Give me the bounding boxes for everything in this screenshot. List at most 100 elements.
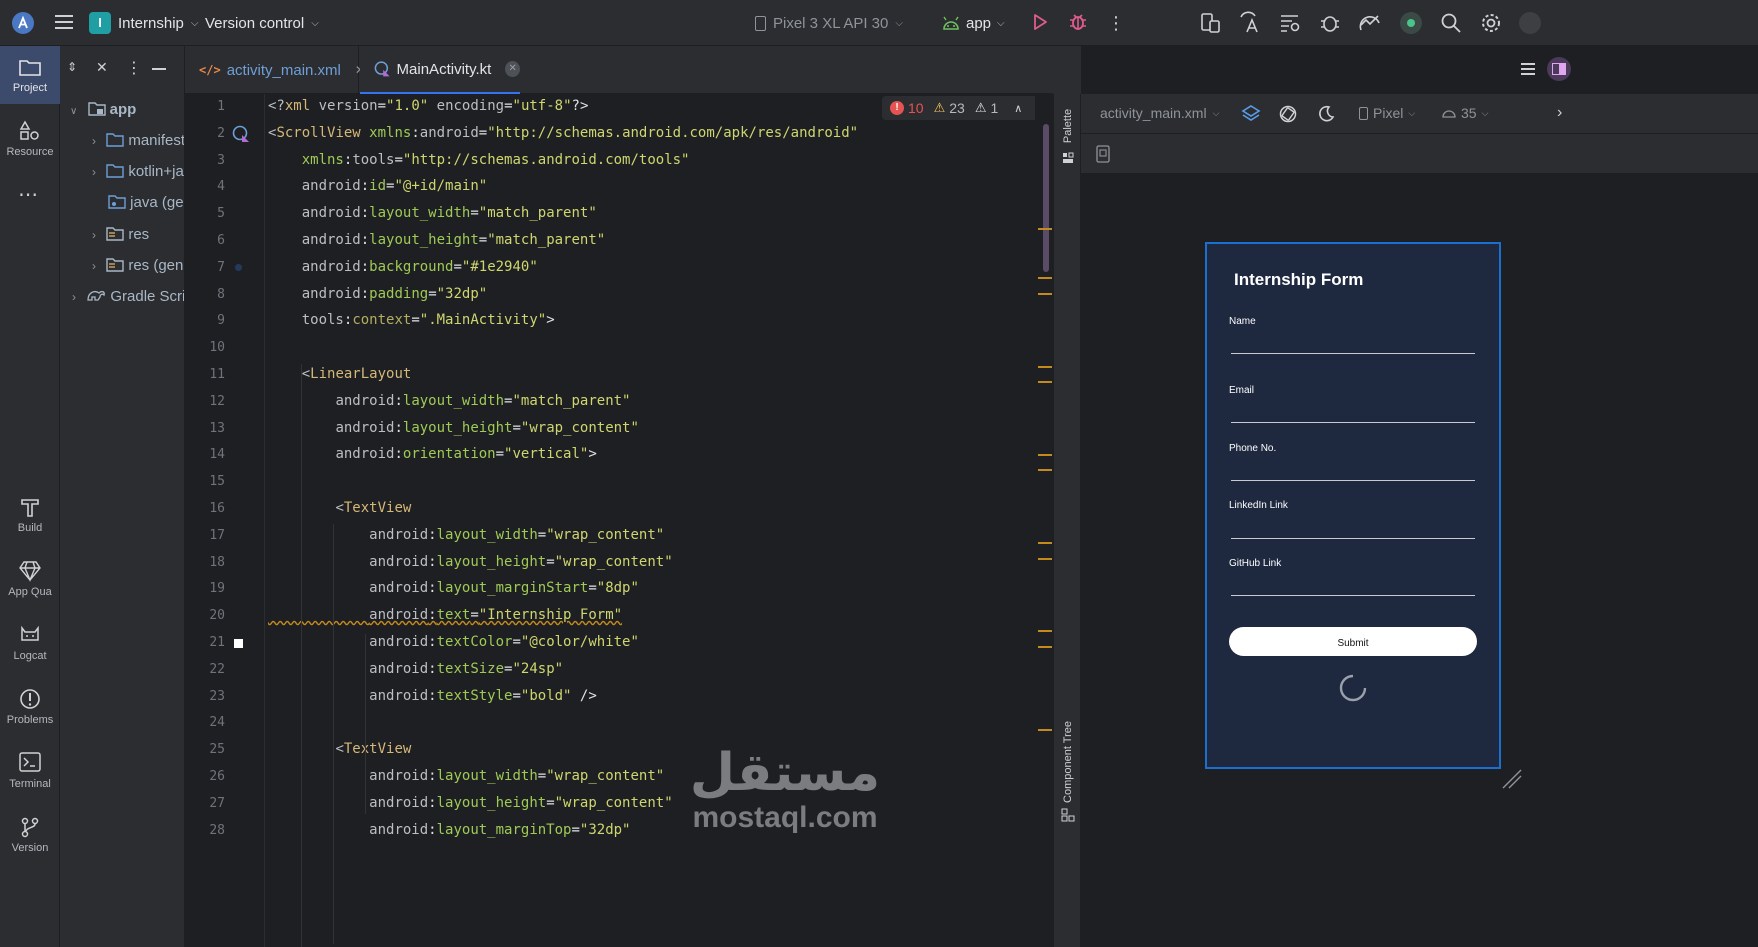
terminal-tool-button[interactable]: Terminal (0, 748, 60, 800)
line-number: 20 (209, 608, 225, 624)
panel-options-icon[interactable]: ⋮ (126, 58, 142, 78)
blueprint-toggle-icon[interactable] (1096, 145, 1110, 163)
tool-label: Version (11, 842, 49, 854)
warning-marker[interactable] (1038, 630, 1052, 632)
error-count: 10 (908, 100, 924, 116)
code-line: android:textColor="@color/white" (369, 634, 639, 650)
code-line: android:textStyle="bold" /> (369, 687, 597, 704)
device-manager-icon[interactable] (1198, 11, 1222, 35)
tool-label: App Qua (8, 586, 52, 598)
resource-manager-tool-button[interactable]: Resource (0, 108, 60, 164)
chevron-down-icon: ⌵ (311, 17, 319, 29)
submit-button[interactable]: Submit (1229, 627, 1477, 656)
inspection-widget[interactable]: ! 10 ⚠ 23 ⚠ 1 ∧ ∨ (882, 96, 1035, 120)
warning-marker[interactable] (1038, 228, 1052, 230)
tree-item-gradle-scripts[interactable]: › Gradle Scripts (72, 288, 184, 305)
warning-marker[interactable] (1038, 293, 1052, 295)
split-view-icon[interactable] (1547, 57, 1571, 81)
tab-label: activity_main.xml (226, 61, 341, 79)
project-tool-button[interactable]: Project (0, 46, 60, 104)
run-button[interactable] (1030, 12, 1050, 37)
search-icon[interactable] (1440, 12, 1462, 34)
error-icon: ! (890, 101, 904, 115)
project-name: Internship (118, 14, 184, 32)
warning-marker[interactable] (1038, 366, 1052, 368)
linkedin-field-underline[interactable] (1231, 538, 1475, 539)
resize-handle-icon[interactable] (1501, 768, 1523, 790)
warning-marker[interactable] (1038, 454, 1052, 456)
scrollbar-thumb[interactable] (1043, 124, 1049, 272)
component-tree-tab[interactable]: Component Tree (1056, 714, 1080, 826)
debug-button[interactable] (1067, 11, 1089, 38)
indent-guide (365, 634, 366, 814)
line-number: 15 (209, 474, 225, 490)
name-field-underline[interactable] (1231, 353, 1475, 354)
more-actions-icon[interactable]: ⋮ (1107, 13, 1125, 33)
warning-marker[interactable] (1038, 729, 1052, 731)
previous-problem-icon[interactable]: ∧ (1014, 102, 1022, 115)
watermark: مستقل mostaql.com (685, 744, 885, 834)
warning-marker[interactable] (1038, 542, 1052, 544)
api-level-selector[interactable]: 35 ⌵ (1442, 105, 1488, 121)
toolbar-overflow-chevron-icon[interactable]: › (1557, 104, 1562, 122)
build-tool-button[interactable]: Build (0, 492, 60, 544)
tab-label: MainActivity.kt (396, 60, 492, 78)
warning-marker[interactable] (1038, 277, 1052, 279)
problems-tool-button[interactable]: Problems (0, 684, 60, 736)
orientation-rotate-icon[interactable] (1278, 104, 1298, 124)
line-number: 26 (209, 769, 225, 784)
expand-all-icon[interactable]: ⇕ (67, 60, 77, 74)
logcat-tool-button[interactable]: Logcat (0, 620, 60, 672)
folder-icon (106, 133, 124, 147)
profiler-icon[interactable] (1358, 11, 1382, 35)
chevron-down-icon: ⌵ (895, 17, 903, 29)
email-field-underline[interactable] (1231, 422, 1475, 423)
hammer-icon (21, 499, 39, 517)
phone-field-underline[interactable] (1231, 480, 1475, 481)
warning-circle-icon (20, 689, 40, 709)
close-tab-icon[interactable]: ✕ (505, 61, 520, 77)
warning-marker[interactable] (1038, 469, 1052, 471)
tree-item-manifests[interactable]: › manifests (92, 132, 184, 149)
main-menu-icon[interactable] (55, 14, 75, 32)
collapse-all-icon[interactable]: ✕ (96, 59, 108, 76)
code-editor[interactable]: <?xml version="1.0" encoding="utf-8"?> <S… (265, 94, 1035, 947)
github-field-underline[interactable] (1231, 595, 1475, 596)
tree-item-res[interactable]: › res (92, 226, 149, 243)
tree-item-app[interactable]: ∨ app (70, 101, 136, 118)
android-studio-logo-icon[interactable] (12, 12, 34, 34)
device-preview-selector[interactable]: Pixel ⌵ (1359, 105, 1415, 121)
vcs-selector[interactable]: Version control ⌵ (205, 11, 319, 35)
device-selector[interactable]: Pixel 3 XL API 30 ⌵ (755, 11, 903, 35)
app-inspection-icon[interactable] (1318, 11, 1342, 35)
tree-item-kotlin-java[interactable]: › kotlin+java (92, 163, 184, 180)
design-surface-layers-icon[interactable] (1241, 104, 1261, 124)
account-avatar[interactable] (1519, 12, 1541, 34)
translate-icon[interactable] (1238, 11, 1262, 35)
tree-item-res-generated[interactable]: › res (generated) (92, 257, 184, 274)
layout-preview-phone[interactable]: Internship Form Name Email Phone No. Lin… (1205, 242, 1501, 769)
editor-layout-options-icon[interactable] (1521, 61, 1539, 77)
warning-marker[interactable] (1038, 646, 1052, 648)
warning-marker[interactable] (1038, 381, 1052, 383)
more-tools-icon[interactable]: ⋯ (18, 182, 42, 206)
email-field-hint: Email (1229, 385, 1255, 396)
palette-tab[interactable]: Palette (1056, 104, 1080, 166)
warning-marker[interactable] (1038, 558, 1052, 560)
tab-activity-main-xml[interactable]: </> activity_main.xml ✕ (185, 46, 365, 94)
tree-item-java-generated[interactable]: java (generated) (108, 194, 184, 211)
version-control-tool-button[interactable]: Version (0, 812, 60, 864)
run-config-selector[interactable]: app ⌵ (942, 11, 1005, 35)
app-quality-tool-button[interactable]: App Qua (0, 556, 60, 608)
color-preview-swatch[interactable] (234, 639, 243, 648)
night-mode-moon-icon[interactable] (1316, 104, 1336, 124)
tab-mainactivity-kt[interactable]: MainActivity.kt ✕ (360, 46, 520, 94)
hide-panel-icon[interactable] (152, 68, 166, 70)
layout-file-selector[interactable]: activity_main.xml ⌵ (1100, 105, 1219, 121)
line-number: 28 (209, 822, 225, 838)
project-selector[interactable]: I Internship ⌵ (89, 11, 198, 35)
layout-inspector-icon[interactable] (1278, 11, 1302, 35)
kotlin-navigate-icon[interactable] (232, 125, 250, 143)
settings-gear-icon[interactable] (1480, 12, 1502, 34)
gemini-icon[interactable] (1400, 12, 1422, 34)
